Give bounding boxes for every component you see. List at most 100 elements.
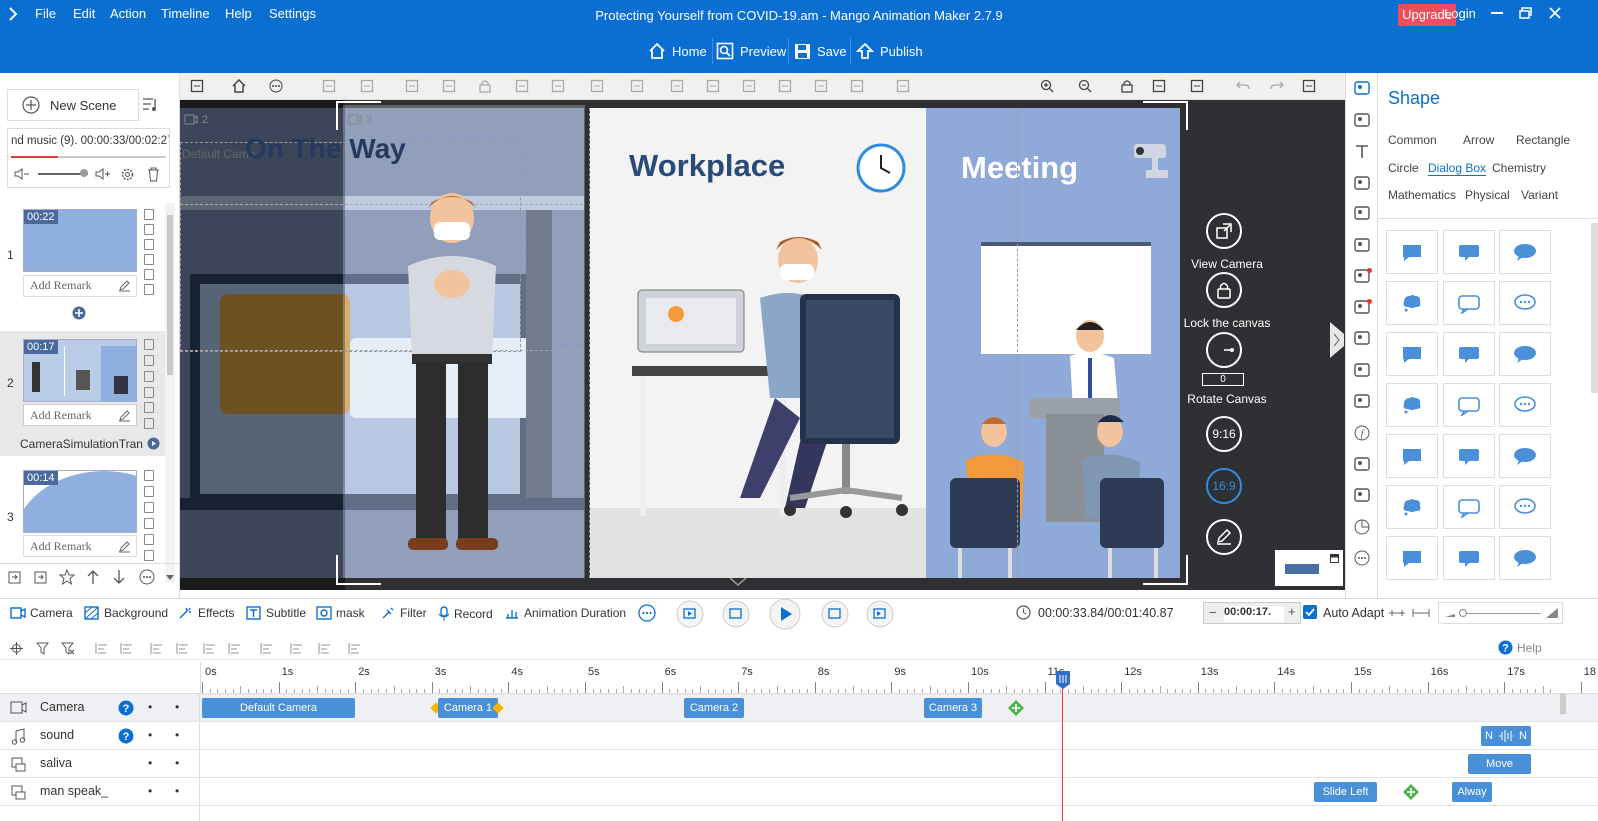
mask-tool[interactable]: mask [316,606,365,620]
distribute-v-icon[interactable] [896,79,910,93]
insert-icon[interactable] [7,570,22,585]
menu-timeline[interactable]: Timeline [161,6,210,21]
clip-camera-2[interactable]: Camera 2 [684,698,744,718]
ratio-9-16-button[interactable]: 9:16 [1206,416,1242,452]
playhead-handle[interactable] [1055,670,1071,690]
formula-icon[interactable]: f [1353,424,1371,442]
add-remark[interactable]: Add Remark [30,539,92,554]
timeline-align-7-icon[interactable] [260,642,274,655]
airplane-icon[interactable] [1353,455,1371,473]
preview-button[interactable]: Preview [716,40,786,62]
shape-category[interactable]: Dialog Box [1428,161,1487,176]
trash-icon[interactable] [147,167,160,182]
shape-category[interactable]: Physical [1465,188,1510,202]
scene-save-icon[interactable] [144,534,154,545]
more-icon[interactable] [1353,549,1371,567]
scene-thumbnail[interactable]: 00:22 [23,209,137,272]
dialog-shape-19[interactable] [1386,536,1438,580]
track-lock-dot[interactable]: • [175,700,179,714]
step-value-input[interactable]: 00:00:17. [1224,606,1284,622]
stepper-plus[interactable]: + [1288,604,1296,619]
clip-move[interactable]: Move [1468,754,1531,774]
scene-thumbnail[interactable]: 00:17 [23,339,137,402]
timeline-align-2-icon[interactable] [120,642,134,655]
magic-wand-icon[interactable] [1353,329,1371,347]
background-tool[interactable]: Background [84,606,168,620]
rotate-value[interactable]: 0 [1202,373,1244,386]
scene-copy-icon[interactable] [144,339,154,350]
scene-duplicate-icon[interactable] [144,254,154,265]
shape-category[interactable]: Circle [1388,161,1419,175]
publish-button[interactable]: Publish [856,40,923,62]
copy-icon[interactable] [1152,79,1166,93]
camera-tool[interactable]: Camera [10,606,73,620]
frame-icon[interactable] [190,79,204,93]
shape-scrollbar[interactable] [1591,223,1598,393]
home-icon[interactable] [232,79,246,93]
flip-h-icon[interactable] [405,79,419,93]
subtitle-tool[interactable]: Subtitle [246,606,306,620]
timeline-align-4-icon[interactable] [176,642,190,655]
add-keyframe-icon[interactable] [1007,699,1025,717]
help-icon[interactable]: ? [118,700,134,716]
shape-icon[interactable] [1353,79,1371,97]
dialog-shape-6[interactable] [1499,281,1551,325]
clip-default-camera[interactable]: Default Camera [202,698,355,718]
scene-star-icon[interactable] [144,418,154,429]
timeline-scrollbar[interactable] [1560,694,1566,714]
more-tools-icon[interactable] [638,604,656,622]
dialog-shape-2[interactable] [1443,230,1495,274]
timeline-align-5-icon[interactable] [203,642,217,655]
music-icon[interactable] [1353,204,1371,222]
dialog-shape-8[interactable] [1443,332,1495,376]
delete-icon[interactable] [551,79,565,93]
track-header[interactable]: sound ? • • [0,722,200,750]
folder-icon[interactable] [1353,361,1371,379]
record-tool[interactable]: Record [438,606,493,621]
lock-all-icon[interactable] [1120,79,1134,93]
skip-start-icon[interactable] [675,599,705,629]
scene-delete-icon[interactable] [144,224,154,235]
scene-star-icon[interactable] [144,284,154,295]
track-header[interactable]: saliva • • [0,750,200,778]
animation-duration-tool[interactable]: Animation Duration [504,606,626,620]
shape-category[interactable]: Arrow [1463,133,1494,147]
align-top-icon[interactable] [742,79,756,93]
distribute-h-icon[interactable] [850,79,864,93]
redo-icon[interactable] [1270,79,1284,93]
dialog-shape-1[interactable] [1386,230,1438,274]
film-icon[interactable] [1353,392,1371,410]
scene-scrollbar[interactable] [165,203,175,583]
dialog-shape-21[interactable] [1499,536,1551,580]
volume-down-icon[interactable] [13,167,31,181]
minimize-icon[interactable] [1491,12,1503,16]
star-icon[interactable] [59,569,75,585]
group-icon[interactable] [322,79,336,93]
zoom-out-icon[interactable] [1444,608,1456,618]
lock-icon[interactable] [478,79,492,93]
track-visibility-dot[interactable]: • [148,700,152,714]
help-button[interactable]: ? Help [1498,640,1542,655]
compress-icon[interactable] [1388,606,1406,620]
track-lock-dot[interactable]: • [175,756,179,770]
move-up-icon[interactable] [86,569,100,585]
view-camera-button[interactable] [1206,213,1242,249]
pencil-icon[interactable] [118,540,131,553]
auto-adapt-checkbox[interactable] [1303,605,1317,619]
timeline-ruler[interactable]: 0s1s2s3s4s5s6s7s8s9s10s11s12s13s14s15s16… [0,662,1598,694]
undo-icon[interactable] [1236,79,1250,93]
dialog-shape-11[interactable] [1443,383,1495,427]
scene-transition[interactable]: CameraSimulationTran [20,437,143,451]
minimap[interactable] [1275,550,1343,586]
timeline-align-10-icon[interactable] [348,642,362,655]
scene-export-icon[interactable] [144,239,154,250]
align-middle-icon[interactable] [778,79,792,93]
camera-frame-corners[interactable] [335,100,1190,590]
crop-icon[interactable] [590,79,604,93]
clip-sound[interactable]: N N [1481,726,1531,746]
dialog-shape-5[interactable] [1443,281,1495,325]
clip-alway[interactable]: Alway [1452,782,1492,802]
pencil-icon[interactable] [118,279,131,292]
restore-icon[interactable] [1519,7,1532,19]
pencil-icon[interactable] [118,409,131,422]
